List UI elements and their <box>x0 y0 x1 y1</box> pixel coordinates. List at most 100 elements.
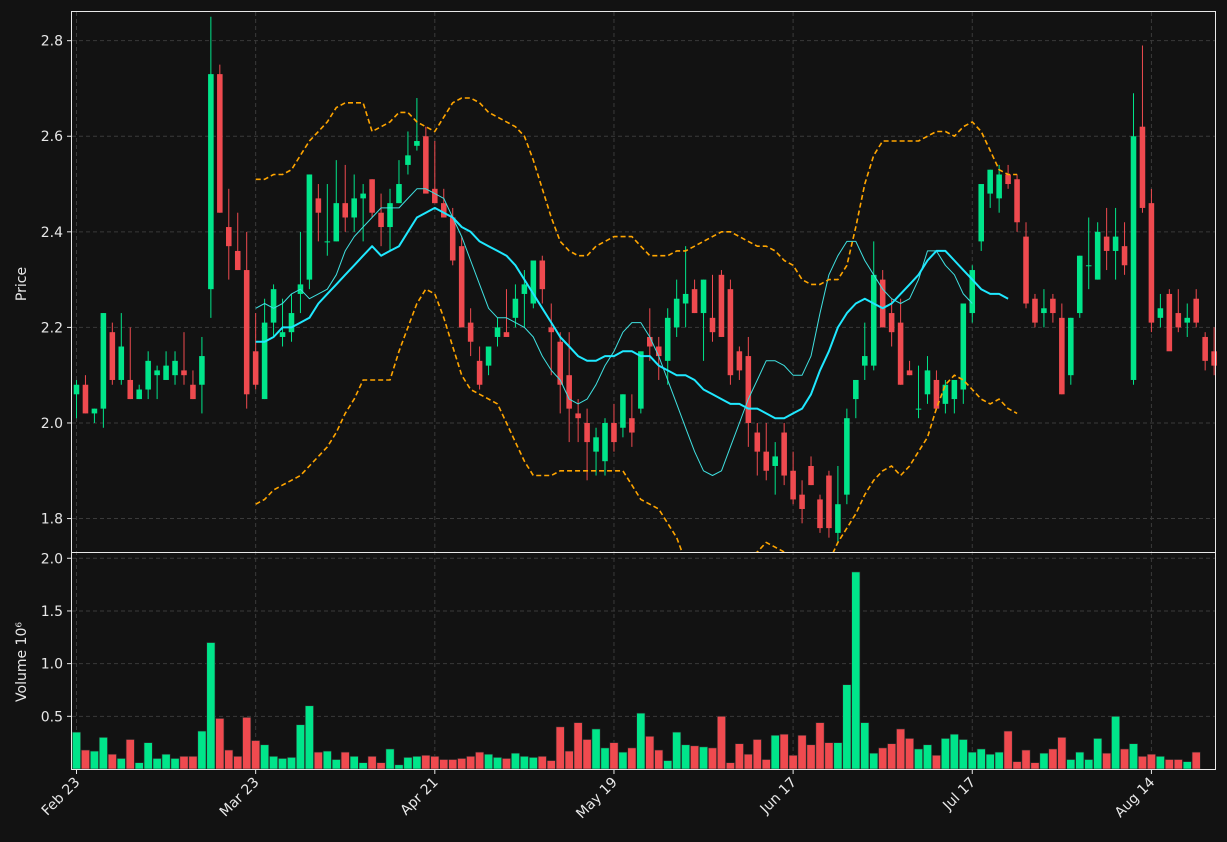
candle-body <box>772 456 778 466</box>
volume-tick-label: 0.5 <box>41 709 63 725</box>
volume-bar <box>179 756 189 770</box>
price-tick-label: 1.8 <box>41 512 63 528</box>
candle-body <box>1005 174 1011 185</box>
volume-bar <box>251 740 261 770</box>
candle-body <box>414 141 420 146</box>
candle-body <box>593 437 599 452</box>
candle-body <box>163 365 169 380</box>
candle-body <box>288 313 295 333</box>
volume-bar <box>81 749 90 770</box>
candle-body <box>808 465 814 486</box>
candle-body <box>575 413 581 419</box>
candle-body <box>342 203 349 218</box>
price-tick-label: 2.0 <box>41 416 63 432</box>
candle-body <box>799 494 805 509</box>
candle-body <box>736 351 743 371</box>
candle-body <box>154 370 160 376</box>
stock-chart: 1.82.02.22.42.62.80.51.01.52.0Feb 23 Mar … <box>0 0 1227 842</box>
volume-bar <box>278 758 287 770</box>
volume-bar <box>645 736 655 770</box>
candle-body <box>199 356 205 385</box>
candle-body <box>306 174 313 280</box>
candle-body <box>951 379 958 400</box>
price-tick-label: 2.8 <box>41 34 63 50</box>
candle-body <box>1023 236 1029 304</box>
candle-body <box>172 360 178 376</box>
candle-body <box>494 327 501 337</box>
candle-body <box>458 246 465 328</box>
candle-body <box>369 179 375 213</box>
candle-body <box>835 504 841 533</box>
candle-body <box>870 274 877 366</box>
candle-body <box>1103 236 1110 251</box>
volume-bar <box>618 751 628 770</box>
candle-body <box>333 203 340 242</box>
candle-body <box>1076 255 1083 314</box>
volume-bar <box>1164 759 1174 770</box>
volume-bar <box>1039 752 1049 770</box>
volume-tick-label: 1.0 <box>41 657 63 673</box>
volume-bar <box>313 751 323 770</box>
volume-bar <box>1120 748 1129 770</box>
volume-bar <box>627 747 637 770</box>
candle-body <box>826 475 832 529</box>
candle-body <box>279 332 286 337</box>
candle-body <box>208 74 214 290</box>
candle-body <box>924 370 931 395</box>
volume-bar <box>546 760 556 770</box>
candle-body <box>181 370 187 376</box>
candle-body <box>503 332 510 337</box>
candle-body <box>584 422 590 443</box>
candle-body <box>1157 308 1164 318</box>
volume-bar <box>923 744 932 770</box>
candle-body <box>664 317 671 361</box>
volume-bar <box>448 759 458 770</box>
candle-body <box>844 418 850 495</box>
volume-bar <box>367 756 377 770</box>
volume-bar <box>600 747 610 770</box>
volume-bar <box>537 756 547 770</box>
volume-bar <box>734 743 744 770</box>
volume-bar <box>152 758 162 770</box>
candle-body <box>602 422 608 462</box>
volume-bar <box>1173 759 1183 770</box>
candle-body <box>217 74 223 213</box>
volume-bar <box>475 751 485 770</box>
volume-bar <box>466 756 476 770</box>
candle-body <box>261 322 268 400</box>
candle-body <box>109 332 116 380</box>
volume-bar <box>1021 749 1031 770</box>
volume-bar <box>994 751 1004 770</box>
volume-bar <box>842 684 852 770</box>
volume-bar <box>949 733 959 770</box>
volume-bar <box>725 762 735 770</box>
volume-bar <box>519 756 529 770</box>
volume-bar <box>197 730 207 770</box>
candle-body <box>709 317 716 333</box>
volume-bar <box>116 758 126 770</box>
candle-body <box>440 203 447 218</box>
candle-body <box>485 346 492 366</box>
volume-bar <box>89 750 99 770</box>
candle-body <box>861 356 868 366</box>
volume-bar <box>331 759 341 770</box>
volume-bar <box>958 739 968 770</box>
volume-bar <box>940 738 950 770</box>
candle-body <box>620 394 626 428</box>
volume-bar <box>1182 761 1192 770</box>
candle-body <box>136 389 142 400</box>
candle-body <box>387 203 393 228</box>
volume-bar <box>797 734 807 770</box>
candle-body <box>888 313 895 333</box>
candle-body <box>1068 317 1074 376</box>
volume-bar <box>851 571 861 770</box>
candle-body <box>682 293 689 304</box>
volume-bar <box>833 742 843 770</box>
candle-body <box>718 274 725 337</box>
candle-body <box>1094 231 1101 280</box>
volume-bar <box>98 737 108 770</box>
candle-body <box>915 408 922 410</box>
volume-bar <box>932 755 941 770</box>
candle-body <box>91 408 98 414</box>
volume-bar <box>1030 762 1040 770</box>
